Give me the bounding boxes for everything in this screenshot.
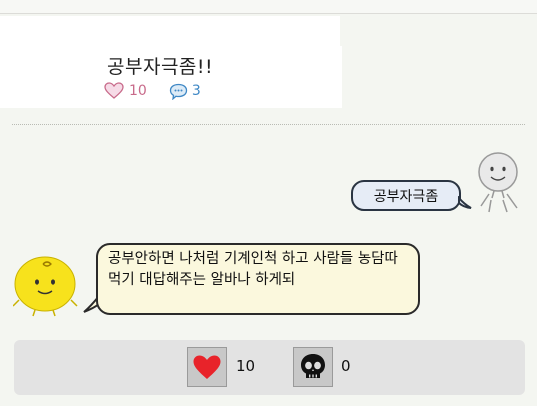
like-button[interactable] — [187, 347, 227, 387]
user-message-bubble: 공부자극좀 — [351, 180, 461, 211]
bubble-tail — [458, 196, 472, 209]
skull-icon — [301, 354, 325, 378]
like-button-count: 10 — [236, 357, 256, 375]
post-like-count[interactable]: 10 — [104, 82, 147, 100]
heart-icon — [193, 355, 221, 379]
top-bar — [0, 0, 537, 14]
header-background-left — [0, 46, 96, 108]
yellow-bot-icon — [12, 256, 78, 317]
post-stats: 10 3 — [104, 82, 201, 100]
comment-count-value: 3 — [191, 83, 201, 99]
stick-figure-icon — [478, 152, 518, 213]
bot-avatar — [12, 254, 81, 322]
like-count-value: 10 — [129, 83, 147, 99]
divider — [12, 124, 525, 125]
reaction-bar — [14, 340, 525, 395]
heart-outline-icon — [104, 82, 124, 99]
header-background — [0, 16, 340, 46]
dislike-button-count: 0 — [341, 357, 351, 375]
post-comment-count[interactable]: 3 — [169, 83, 201, 100]
dislike-button[interactable] — [293, 347, 333, 387]
user-avatar — [471, 150, 527, 218]
post-title: 공부자극좀!! — [107, 56, 214, 78]
speech-bubble-icon — [169, 83, 187, 100]
bot-reply-bubble: 공부안하면 나처럼 기계인척 하고 사람들 농담따먹기 대답해주는 알바나 하게… — [96, 243, 420, 315]
